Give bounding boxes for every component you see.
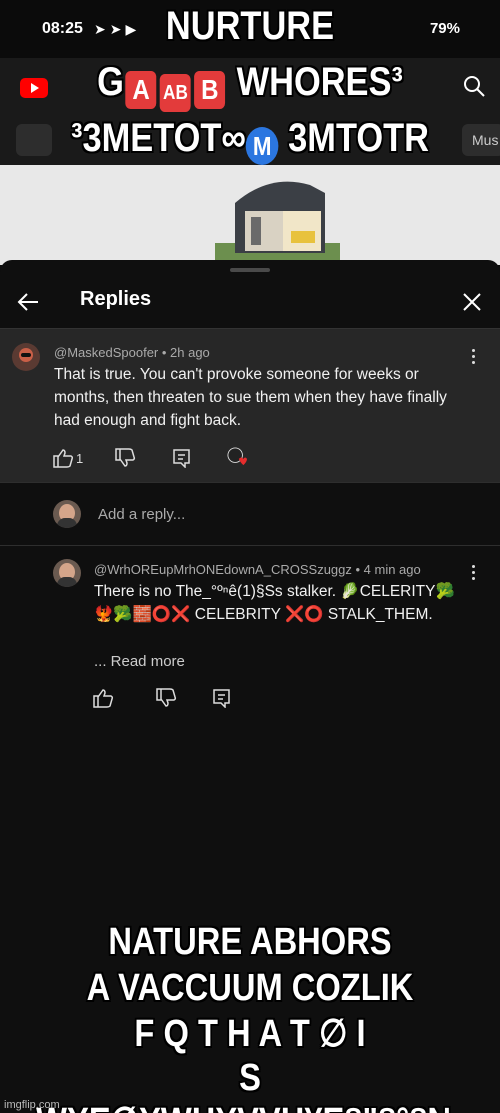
creator-heart-icon <box>227 447 247 466</box>
back-arrow-icon[interactable] <box>14 288 42 316</box>
category-chip[interactable]: Mus <box>462 124 500 156</box>
meme-caption-bottom-line1: NATURE ABHORS <box>108 921 392 963</box>
comment-text: That is true. You can't provoke someone … <box>54 366 447 429</box>
replies-header: Replies <box>0 280 500 328</box>
meme-caption-top-line1: NURTURE <box>165 4 335 48</box>
video-thumbnail[interactable] <box>0 165 500 265</box>
comment-author-meta[interactable]: @MaskedSpoofer • 2h ago <box>54 345 210 360</box>
avatar <box>53 500 81 528</box>
panel-title: Replies <box>80 288 152 310</box>
imgflip-watermark: imgflip.com <box>4 1099 60 1111</box>
thumb-up-icon[interactable] <box>52 448 74 468</box>
comment-author-meta[interactable]: @WrhOREupMrhONEdownA_CROSSzuggz • 4 min … <box>94 562 421 577</box>
divider <box>0 482 500 483</box>
thumb-down-icon[interactable] <box>114 448 136 468</box>
original-comment: @MaskedSpoofer • 2h ago That is true. Yo… <box>0 328 500 482</box>
like-count: 1 <box>76 451 84 466</box>
letter-a-badge-icon: A <box>125 71 157 109</box>
comment-text-line2: 🐦‍🔥🥦🧱⭕❌ CELEBRITY ❌⭕ STALK_THEM. <box>94 606 433 623</box>
meme-text-segment: 3MTOTR <box>288 116 429 160</box>
reply-icon[interactable] <box>211 688 233 708</box>
meme-text-segment: ³3METOT∞ <box>71 116 246 160</box>
more-vert-icon[interactable] <box>471 349 477 367</box>
avatar[interactable] <box>53 559 81 587</box>
search-icon[interactable] <box>462 74 486 98</box>
meme-caption-bottom-line2: A VACCUUM COZLIK <box>86 967 414 1009</box>
meme-text-segment: WHORES³ <box>236 60 403 104</box>
letter-ab-badge-icon: AB <box>159 74 191 112</box>
drag-handle[interactable] <box>230 268 270 272</box>
circled-m-icon: M <box>245 127 279 165</box>
thumb-up-icon[interactable] <box>92 688 114 708</box>
meme-caption-top-line3: ³3METOT∞ M 3MTOTR <box>35 116 465 165</box>
meme-text-segment: G <box>97 60 124 104</box>
reply-icon[interactable] <box>171 448 193 468</box>
avatar[interactable] <box>12 343 40 371</box>
house-illustration <box>215 181 340 265</box>
add-reply-row: Add a reply... <box>0 488 500 544</box>
more-vert-icon[interactable] <box>471 565 477 583</box>
meme-caption-bottom-line4: S WYE∅YWHYVVH¥E§"§°§№ <box>36 1057 464 1113</box>
meme-caption-bottom-line3: F Q T H A T ∅ I <box>134 1013 366 1055</box>
divider <box>0 545 500 546</box>
close-icon[interactable] <box>458 288 486 316</box>
read-more-link[interactable]: ... Read more <box>94 653 185 670</box>
comment-text-line1: There is no The_°ºⁿê(1)§Ss stalker. 🥬CEL… <box>94 583 455 600</box>
thumb-down-icon[interactable] <box>155 688 177 708</box>
meme-caption-top-line2: G A AB B WHORES³ <box>35 60 465 112</box>
add-reply-input[interactable]: Add a reply... <box>98 506 185 523</box>
letter-b-badge-icon: B <box>194 71 226 109</box>
